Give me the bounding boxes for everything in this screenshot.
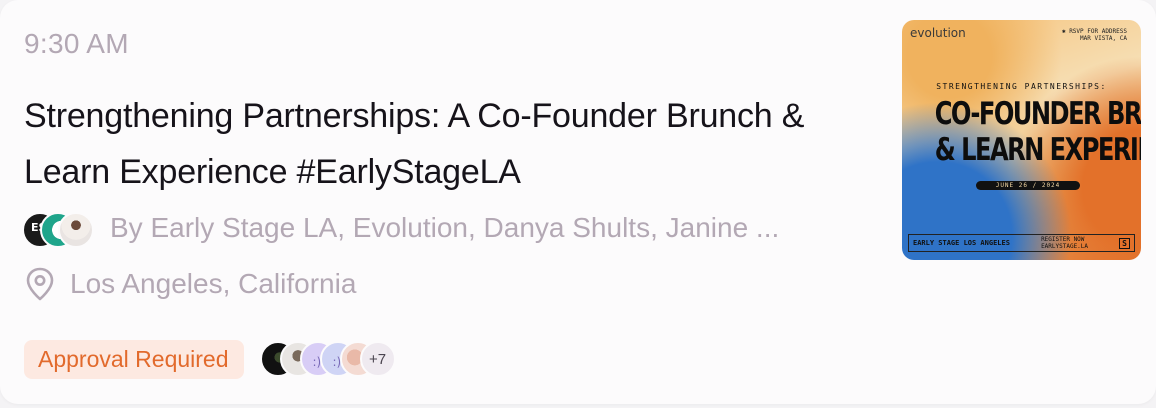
host-avatar	[58, 212, 94, 248]
host-avatars: ES	[22, 210, 98, 248]
location-row: Los Angeles, California	[24, 264, 356, 304]
status-row: Approval Required :) :) +7	[24, 339, 420, 379]
guest-avatars[interactable]: :) :) +7	[259, 339, 420, 379]
cover-brand: evolution	[910, 26, 966, 40]
guest-more-label: +7	[368, 350, 387, 368]
cover-subtitle: STRENGTHENING PARTNERSHIPS:	[936, 82, 1107, 91]
event-time: 9:30 AM	[24, 28, 129, 59]
location-text: Los Angeles, California	[70, 268, 357, 299]
cover-headline-1: CO-FOUNDER BRUNCH	[934, 96, 1141, 132]
cover-headline-2: & LEARN EXPERIENCE	[934, 132, 1141, 168]
cover-date: JUNE 26 / 2024	[976, 181, 1080, 190]
cover-rsvp: ✱ RSVP FOR ADDRESS MAR VISTA, CA	[1061, 28, 1127, 42]
event-title[interactable]: Strengthening Partnerships: A Co-Founder…	[24, 88, 864, 200]
map-pin-icon	[26, 267, 54, 301]
cover-footer: EARLY STAGE LOS ANGELES REGISTER NOW EAR…	[908, 234, 1135, 252]
approval-badge: Approval Required	[24, 339, 244, 379]
cover-headline: CO-FOUNDER BRUNCH & LEARN EXPERIENCE	[934, 96, 1141, 168]
hosts-text: By Early Stage LA, Evolution, Danya Shul…	[110, 212, 780, 243]
event-cover-image[interactable]: evolution ✱ RSVP FOR ADDRESS MAR VISTA, …	[902, 20, 1141, 260]
cover-footer-left: EARLY STAGE LOS ANGELES	[913, 239, 1010, 247]
cover-footer-mid: REGISTER NOW EARLYSTAGE.LA	[1041, 236, 1089, 250]
event-card[interactable]: 9:30 AM Strengthening Partnerships: A Co…	[0, 0, 1156, 404]
cover-footer-logo: S	[1119, 237, 1130, 249]
guest-more-count: +7	[359, 341, 396, 377]
hosts-row: ES By Early Stage LA, Evolution, Danya S…	[22, 208, 779, 248]
